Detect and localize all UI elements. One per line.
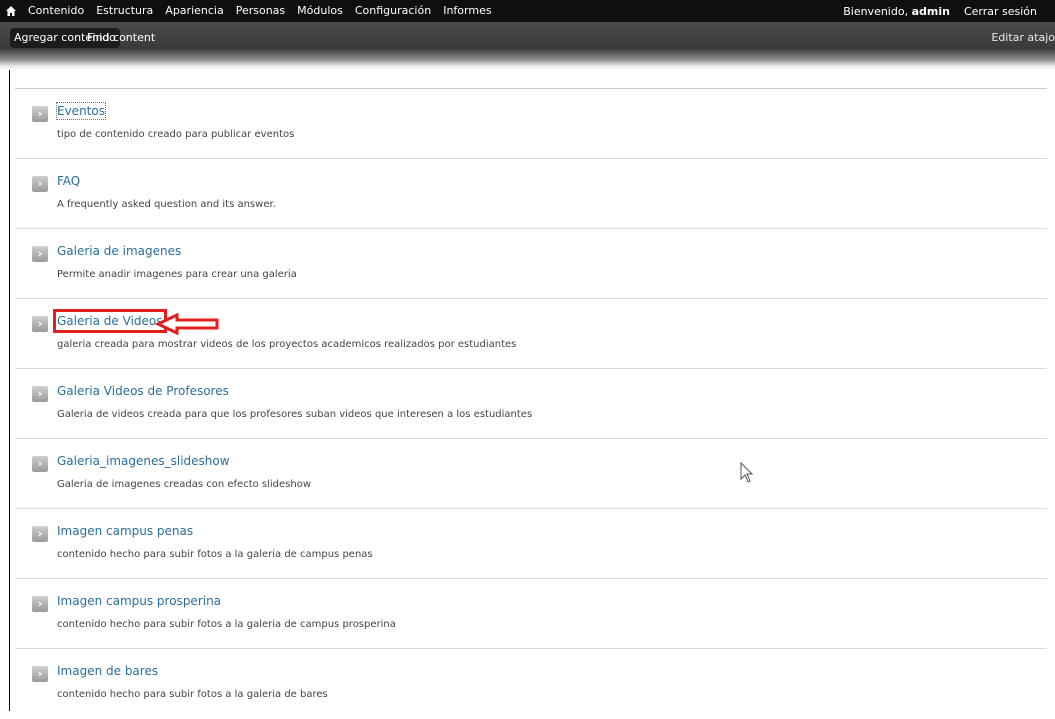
content-type-description: contenido hecho para subir fotos a la ga…	[57, 549, 373, 560]
chevron-right-icon[interactable]: ›	[32, 666, 48, 682]
list-item: › Galeria_imagenes_slideshow Galeria de …	[15, 439, 1047, 509]
list-item: › FAQ A frequently asked question and it…	[15, 159, 1047, 229]
content-type-list: › Eventos tipo de contenido creado para …	[15, 89, 1047, 719]
welcome-prefix: Bienvenido,	[843, 4, 909, 18]
list-item: › Galeria Videos de Profesores Galeria d…	[15, 369, 1047, 439]
chevron-right-icon[interactable]: ›	[32, 596, 48, 612]
shortcut-find-content[interactable]: Find content	[83, 28, 159, 48]
chevron-right-icon[interactable]: ›	[32, 246, 48, 262]
list-item: › Imagen campus prosperina contenido hec…	[15, 579, 1047, 649]
menu-item-configuracion[interactable]: Configuración	[349, 0, 437, 22]
edit-shortcuts-link[interactable]: Editar atajo	[991, 28, 1055, 48]
content-type-link[interactable]: Galeria_imagenes_slideshow	[57, 453, 230, 469]
red-callout-arrow-icon	[155, 313, 219, 335]
username-link[interactable]: admin	[912, 5, 950, 18]
chevron-right-icon[interactable]: ›	[32, 456, 48, 472]
list-item: › Imagen de bares contenido hecho para s…	[15, 649, 1047, 719]
content-type-link[interactable]: Imagen campus penas	[57, 523, 193, 539]
content-type-link[interactable]: Galeria Videos de Profesores	[57, 383, 229, 399]
chevron-right-icon[interactable]: ›	[32, 176, 48, 192]
content-type-link-highlighted[interactable]: Galeria de Videos	[53, 309, 167, 333]
content-type-link[interactable]: Imagen campus prosperina	[57, 593, 221, 609]
page-edge-line	[9, 70, 10, 711]
menu-item-estructura[interactable]: Estructura	[90, 0, 159, 22]
menu-item-contenido[interactable]: Contenido	[22, 0, 90, 22]
content-type-description: Galeria de videos creada para que los pr…	[57, 409, 533, 420]
admin-menu: Contenido Estructura Apariencia Personas…	[22, 0, 498, 22]
chevron-right-icon[interactable]: ›	[32, 386, 48, 402]
content-type-description: tipo de contenido creado para publicar e…	[57, 129, 295, 140]
list-item: › Eventos tipo de contenido creado para …	[15, 89, 1047, 159]
content-type-link[interactable]: Imagen de bares	[57, 663, 158, 679]
menu-item-informes[interactable]: Informes	[437, 0, 497, 22]
home-icon[interactable]	[0, 0, 22, 22]
chevron-right-icon[interactable]: ›	[32, 316, 48, 332]
welcome-text: Bienvenido, admin	[835, 5, 958, 18]
list-item: › Galeria de imagenes Permite anadir ima…	[15, 229, 1047, 299]
logout-link[interactable]: Cerrar sesión	[958, 5, 1041, 18]
content-type-link[interactable]: FAQ	[57, 173, 80, 189]
mouse-cursor-icon	[740, 462, 754, 483]
content-type-description: galeria creada para mostrar videos de lo…	[57, 339, 517, 350]
chevron-right-icon[interactable]: ›	[32, 526, 48, 542]
content-type-description: contenido hecho para subir fotos a la ga…	[57, 619, 396, 630]
content-type-link[interactable]: Eventos	[56, 102, 106, 120]
content-type-description: A frequently asked question and its answ…	[57, 199, 276, 210]
list-item: › Imagen campus penas contenido hecho pa…	[15, 509, 1047, 579]
menu-item-personas[interactable]: Personas	[230, 0, 291, 22]
user-area: Bienvenido, admin Cerrar sesión	[835, 5, 1055, 18]
content-type-description: Permite anadir imagenes para crear una g…	[57, 269, 297, 280]
chevron-right-icon[interactable]: ›	[32, 106, 48, 122]
menu-item-apariencia[interactable]: Apariencia	[159, 0, 229, 22]
shortcut-bar: Agregar contenido Find content Editar at…	[0, 22, 1055, 70]
content-type-description: contenido hecho para subir fotos a la ga…	[57, 689, 328, 700]
menu-item-modulos[interactable]: Módulos	[291, 0, 349, 22]
content-type-link[interactable]: Galeria de imagenes	[57, 243, 181, 259]
content-type-description: Galeria de imagenes creadas con efecto s…	[57, 479, 312, 490]
admin-toolbar: Contenido Estructura Apariencia Personas…	[0, 0, 1055, 22]
